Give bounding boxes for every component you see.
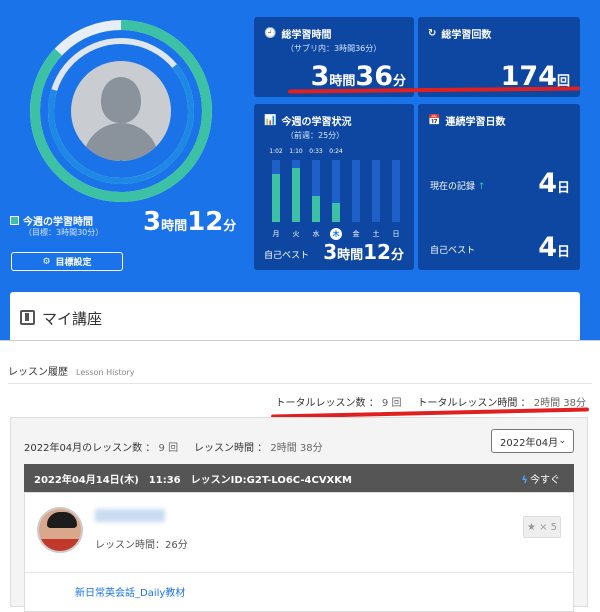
- lesson-history-title: レッスン履歴 Lesson History: [8, 367, 135, 378]
- weekly-best-label: 自己ベスト: [264, 251, 310, 261]
- lightning-icon: ϟ: [521, 474, 528, 486]
- lesson-duration: レッスン時間：26分: [95, 540, 188, 551]
- bar-月: [272, 174, 280, 222]
- this-week-label: 今週の学習時間: [10, 213, 93, 228]
- my-course-title: マイ講座: [42, 310, 103, 328]
- divider: [25, 572, 573, 573]
- bar-category-label: 日: [392, 230, 400, 238]
- bar-category-label: 火: [292, 230, 300, 238]
- user-avatar: [71, 61, 171, 161]
- streak-current-label: 現在の記録 ↑: [430, 182, 486, 192]
- lesson-row-body: レッスン時間：26分 ★ × 5 新日常英会話_Daily教材: [24, 492, 574, 612]
- bar-track: [372, 160, 380, 222]
- lesson-material-link[interactable]: 新日常英会話_Daily教材: [75, 584, 185, 599]
- refresh-icon: ↻: [428, 28, 437, 39]
- lesson-totals: トータルレッスン数 ： 9 回 トータルレッスン時間 ： 2時間 38分: [275, 398, 586, 409]
- bar-category-label: 土: [372, 230, 380, 238]
- tutor-name-blurred[interactable]: [95, 509, 165, 522]
- clock-icon: 🕘: [264, 28, 277, 39]
- course-book-icon: [20, 310, 35, 325]
- total-study-time-value: 3時間36分: [310, 61, 406, 92]
- month-select[interactable]: 2022年04月 ⌄: [491, 429, 574, 453]
- today-marker: 木: [116, 161, 126, 171]
- goal-setting-button[interactable]: ⚙ 目標設定: [11, 252, 123, 271]
- gear-icon: ⚙: [42, 256, 51, 267]
- this-week-goal: （目標：3時間30分）: [24, 228, 104, 237]
- arrow-up-icon: ↑: [477, 182, 486, 192]
- bar-category-label: 水: [312, 230, 320, 238]
- bar-value-label: 1:10: [289, 148, 303, 155]
- total-study-time-card: 🕘 総学習時間 （サブリ内：3時間36分） 3時間36分: [254, 17, 414, 97]
- calendar-icon: 📅: [428, 115, 441, 126]
- bar-category-label: 月: [272, 230, 280, 238]
- weekly-bar-chart: 1:02 月 1:10 火 0:33 水 0:24 木 金 土 日: [266, 148, 406, 240]
- bar-value-label: 1:02: [269, 148, 283, 155]
- bar-category-label: 金: [352, 230, 360, 238]
- bar-火: [292, 168, 300, 222]
- chevron-down-icon: ⌄: [558, 436, 566, 446]
- bar-value-label: 0:33: [309, 148, 323, 155]
- bar-category-label: 木: [330, 228, 342, 240]
- streak-card: 📅 連続学習日数 現在の記録 ↑ 4日 自己ベスト 4日: [418, 104, 580, 270]
- now-badge: ϟ 今すぐ: [521, 474, 560, 486]
- bar-value-label: 0:24: [329, 148, 343, 155]
- bar-木: [332, 203, 340, 222]
- tutor-avatar[interactable]: [37, 507, 83, 553]
- lesson-row-header: 2022年04月14日(木) 11:36 レッスンID:G2T-LO6C-4CV…: [24, 464, 574, 492]
- divider: [8, 383, 592, 384]
- monthly-lessons-panel: 2022年04月のレッスン数 ： 9 回 レッスン時間 ： 2時間 38分 20…: [10, 417, 588, 612]
- monthly-summary: 2022年04月のレッスン数 ： 9 回 レッスン時間 ： 2時間 38分: [24, 443, 323, 454]
- streak-current-value: 4日: [538, 168, 570, 199]
- streak-best-label: 自己ベスト: [430, 246, 476, 256]
- rating-badge[interactable]: ★ × 5: [523, 516, 561, 538]
- bar-水: [312, 196, 320, 222]
- legend-square-icon: [10, 216, 19, 225]
- weekly-progress-ring: 木: [28, 18, 214, 204]
- this-week-total: 3時間12分: [143, 207, 237, 237]
- total-study-count-card: ↻ 総学習回数 174回: [418, 17, 580, 97]
- bar-chart-icon: 📊: [264, 115, 277, 126]
- bar-track: [352, 160, 360, 222]
- my-course-panel[interactable]: マイ講座: [10, 292, 580, 340]
- weekly-best-value: 3時間12分: [323, 240, 404, 264]
- weekly-status-card: 📊 今週の学習状況 （前週：25分） 1:02 月 1:10 火 0:33 水 0:24 木金土…: [254, 104, 414, 270]
- streak-best-value: 4日: [538, 232, 570, 263]
- lesson-history-section: レッスン履歴 Lesson History トータルレッスン数 ： 9 回 トータ…: [0, 340, 600, 612]
- bar-track: [392, 160, 400, 222]
- study-dashboard: 木 今週の学習時間 （目標：3時間30分） 3時間12分 ⚙ 目標設定 🕘 総学習…: [0, 0, 600, 340]
